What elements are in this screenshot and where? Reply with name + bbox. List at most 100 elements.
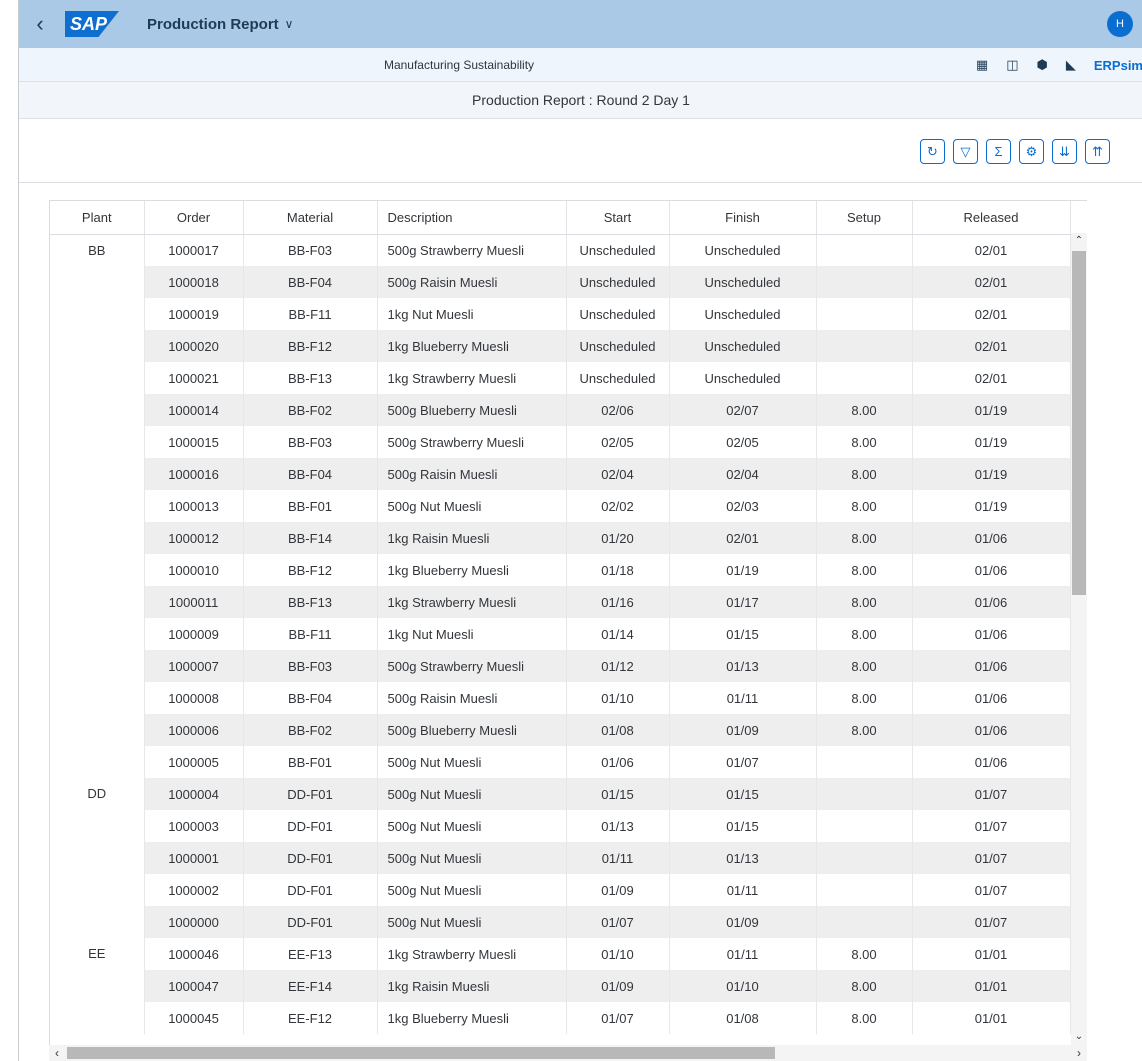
table-row[interactable]: 1000001 DD-F01 500g Nut Muesli 01/11 01/13 01… — [50, 842, 1071, 874]
back-button[interactable]: ‹ — [19, 0, 61, 48]
vertical-scroll-thumb[interactable] — [1072, 251, 1086, 595]
cell-finish: 01/13 — [669, 842, 817, 874]
table-row[interactable]: 1000019 BB-F11 1kg Nut Muesli Unscheduled Un… — [50, 298, 1071, 330]
cell-description: 500g Nut Muesli — [377, 874, 567, 906]
table-row[interactable]: 1000020 BB-F12 1kg Blueberry Muesli Unsched… — [50, 330, 1071, 362]
column-header-start[interactable]: Start — [566, 201, 670, 235]
monitor-icon[interactable]: ◫ — [1006, 57, 1018, 73]
cell-description: 500g Strawberry Muesli — [377, 650, 567, 682]
cell-description: 500g Raisin Muesli — [377, 682, 567, 714]
table-row[interactable]: 1000002 DD-F01 500g Nut Muesli 01/09 01/11 01… — [50, 874, 1071, 906]
sum-button[interactable]: Σ — [986, 139, 1011, 164]
app-title-menu[interactable]: Production Report ∨ — [147, 16, 293, 33]
cell-setup: 8.00 — [816, 586, 913, 618]
filter-icon: ▽ — [960, 143, 971, 159]
app-title: Production Report — [147, 15, 279, 33]
subheader-title: Manufacturing Sustainability — [383, 58, 535, 72]
cell-start: 02/02 — [566, 490, 670, 522]
cell-plant: DD — [50, 778, 145, 810]
cube-icon[interactable]: ⬢ — [1037, 57, 1048, 73]
cell-start: 02/05 — [566, 426, 670, 458]
cell-start: Unscheduled — [566, 234, 670, 266]
horizontal-scrollbar[interactable]: ‹ › — [49, 1045, 1087, 1061]
table-row[interactable]: 1000007 BB-F03 500g Strawberry Muesli 01/12… — [50, 650, 1071, 682]
column-header-finish[interactable]: Finish — [669, 201, 817, 235]
settings-button[interactable]: ⚙ — [1019, 139, 1044, 164]
cell-start: 01/08 — [566, 714, 670, 746]
cell-order: 1000019 — [144, 298, 244, 330]
horizontal-scroll-thumb[interactable] — [67, 1047, 775, 1059]
cell-material: EE-F12 — [243, 1002, 378, 1034]
cell-material: BB-F12 — [243, 554, 378, 586]
cell-setup: 8.00 — [816, 426, 913, 458]
column-header-material[interactable]: Material — [243, 201, 378, 235]
cell-description: 1kg Strawberry Muesli — [377, 362, 567, 394]
cell-start: Unscheduled — [566, 266, 670, 298]
table-row[interactable]: 1000014 BB-F02 500g Blueberry Muesli 02/06 0… — [50, 394, 1071, 426]
table-row[interactable]: 1000010 BB-F12 1kg Blueberry Muesli 01/18 01… — [50, 554, 1071, 586]
refresh-button[interactable]: ↻ — [920, 139, 945, 164]
table-row[interactable]: 1000003 DD-F01 500g Nut Muesli 01/13 01/15 01… — [50, 810, 1071, 842]
cell-finish: 01/11 — [669, 874, 817, 906]
table-row[interactable]: 1000045 EE-F12 1kg Blueberry Muesli 01/07 01… — [50, 1002, 1071, 1034]
column-header-description[interactable]: Description — [377, 201, 567, 235]
cell-released: 01/19 — [912, 458, 1071, 490]
table-row[interactable]: 1000047 EE-F14 1kg Raisin Muesli 01/09 01/10… — [50, 970, 1071, 1002]
scroll-down-icon[interactable]: ⌄ — [1071, 1029, 1087, 1045]
column-header-released[interactable]: Released — [912, 201, 1071, 235]
production-table-container: Plant Order Material Description Start F… — [49, 200, 1087, 1061]
table-row[interactable]: EE 1000046 EE-F13 1kg Strawberry Muesli 01/1… — [50, 938, 1071, 970]
cell-material: BB-F03 — [243, 234, 378, 266]
expand-all-button[interactable]: ⇊ — [1052, 139, 1077, 164]
table-row[interactable]: 1000015 BB-F03 500g Strawberry Muesli 02/05… — [50, 426, 1071, 458]
vertical-scrollbar[interactable]: ⌃ ⌄ — [1071, 233, 1087, 1045]
cell-description: 1kg Blueberry Muesli — [377, 554, 567, 586]
refresh-icon: ↻ — [927, 143, 938, 159]
cell-order: 1000008 — [144, 682, 244, 714]
scroll-right-icon[interactable]: › — [1071, 1045, 1087, 1061]
sap-logo[interactable]: SAP — [65, 11, 119, 37]
cell-order: 1000047 — [144, 970, 244, 1002]
table-row[interactable]: 1000011 BB-F13 1kg Strawberry Muesli 01/16 0… — [50, 586, 1071, 618]
cell-released: 01/06 — [912, 522, 1071, 554]
table-row[interactable]: 1000016 BB-F04 500g Raisin Muesli 02/04 02/0… — [50, 458, 1071, 490]
table-row[interactable]: 1000006 BB-F02 500g Blueberry Muesli 01/08 0… — [50, 714, 1071, 746]
cell-setup: 8.00 — [816, 490, 913, 522]
cell-start: 01/18 — [566, 554, 670, 586]
table-row[interactable]: 1000012 BB-F14 1kg Raisin Muesli 01/20 02/01… — [50, 522, 1071, 554]
cell-finish: 01/08 — [669, 1002, 817, 1034]
hierarchy-icon[interactable]: ▦ — [976, 57, 988, 73]
table-row[interactable]: 1000000 DD-F01 500g Nut Muesli 01/07 01/09 01… — [50, 906, 1071, 938]
column-header-setup[interactable]: Setup — [816, 201, 913, 235]
user-avatar[interactable]: H — [1107, 11, 1133, 37]
column-header-plant[interactable]: Plant — [50, 201, 145, 235]
collapse-all-button[interactable]: ⇈ — [1085, 139, 1110, 164]
scroll-left-icon[interactable]: ‹ — [49, 1045, 65, 1061]
cell-material: BB-F13 — [243, 362, 378, 394]
cell-plant — [50, 906, 145, 938]
table-row[interactable]: 1000013 BB-F01 500g Nut Muesli 02/02 02/03 8.… — [50, 490, 1071, 522]
scroll-up-icon[interactable]: ⌃ — [1071, 233, 1087, 249]
table-row[interactable]: 1000018 BB-F04 500g Raisin Muesli Unschedul… — [50, 266, 1071, 298]
cell-released: 01/07 — [912, 842, 1071, 874]
table-row[interactable]: 1000005 BB-F01 500g Nut Muesli 01/06 01/07 01… — [50, 746, 1071, 778]
cell-released: 01/06 — [912, 586, 1071, 618]
cell-description: 500g Raisin Muesli — [377, 266, 567, 298]
filter-button[interactable]: ▽ — [953, 139, 978, 164]
table-row[interactable]: 1000021 BB-F13 1kg Strawberry Muesli Unsche… — [50, 362, 1071, 394]
tag-icon[interactable]: ◣ — [1066, 57, 1076, 73]
cell-order: 1000016 — [144, 458, 244, 490]
cell-description: 1kg Blueberry Muesli — [377, 330, 567, 362]
table-row[interactable]: 1000009 BB-F11 1kg Nut Muesli 01/14 01/15 8.0… — [50, 618, 1071, 650]
cell-order: 1000014 — [144, 394, 244, 426]
column-header-order[interactable]: Order — [144, 201, 244, 235]
cell-order: 1000000 — [144, 906, 244, 938]
cell-order: 1000001 — [144, 842, 244, 874]
cell-finish: 01/09 — [669, 714, 817, 746]
cell-order: 1000003 — [144, 810, 244, 842]
table-row[interactable]: 1000008 BB-F04 500g Raisin Muesli 01/10 01/1… — [50, 682, 1071, 714]
table-row[interactable]: BB 1000017 BB-F03 500g Strawberry Muesli Uns… — [50, 234, 1071, 266]
cell-plant — [50, 522, 145, 554]
table-row[interactable]: DD 1000004 DD-F01 500g Nut Muesli 01/15 01/15… — [50, 778, 1071, 810]
expand-all-icon: ⇊ — [1059, 143, 1070, 159]
